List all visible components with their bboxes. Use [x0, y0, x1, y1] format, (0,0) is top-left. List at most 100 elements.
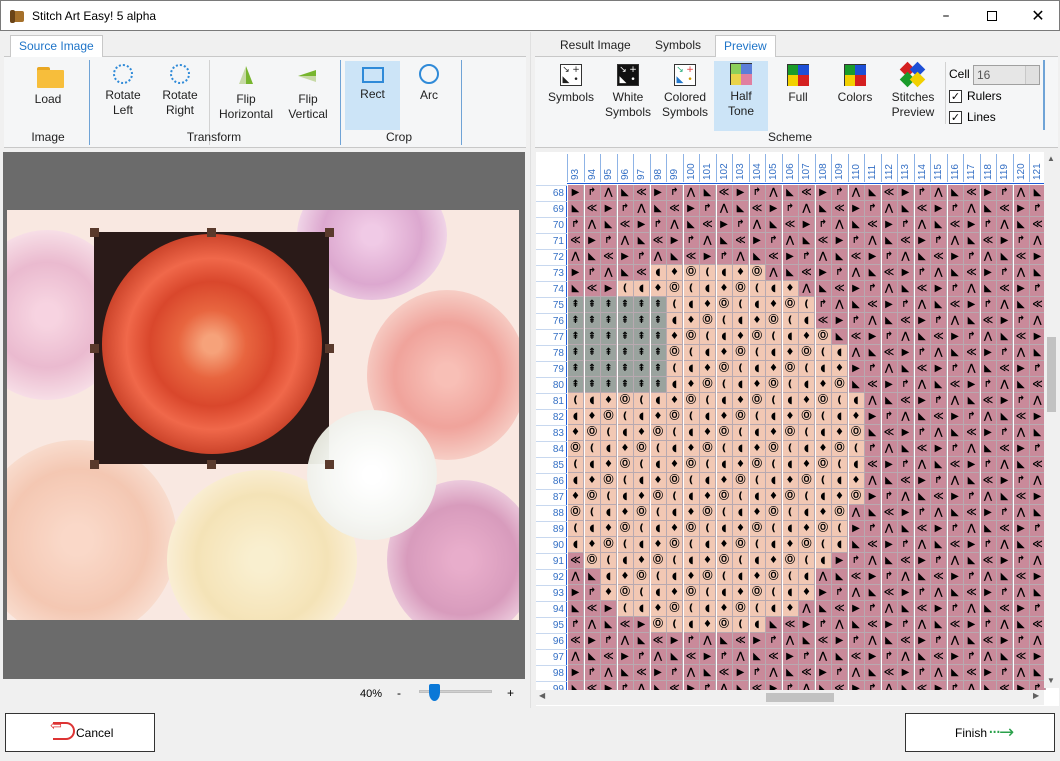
cell-size-stepper[interactable]: 16	[973, 65, 1040, 85]
rulers-checkbox[interactable]: ✓	[949, 90, 962, 103]
stitch-cell: ⋀	[980, 249, 997, 265]
scheme-full-button[interactable]: Full	[775, 62, 821, 105]
tab-preview[interactable]: Preview	[715, 35, 776, 58]
flip-horizontal-button[interactable]: Flip Horizontal	[214, 62, 278, 122]
stitch-cell: ⇞	[601, 313, 617, 329]
scroll-right-icon[interactable]: ▶	[1033, 691, 1039, 700]
stitch-cell: ≪	[947, 217, 964, 233]
crop-handle[interactable]	[325, 460, 334, 469]
scheme-white-symbols-button[interactable]: ↘ + ◣ • White Symbols	[603, 62, 653, 120]
maximize-button[interactable]	[969, 1, 1015, 31]
flip-vertical-button[interactable]: Flip Vertical	[284, 62, 332, 122]
horizontal-scrollbar[interactable]: ◀ ▶	[536, 690, 1044, 705]
crop-arc-button[interactable]: Arc	[404, 62, 454, 103]
crop-handle[interactable]	[325, 228, 334, 237]
stitch-cell: ≪	[1013, 569, 1030, 585]
stitch-cell: ▶	[683, 681, 700, 690]
column-number: 103	[732, 154, 748, 182]
crop-handle[interactable]	[207, 228, 216, 237]
stitch-cell: ▶	[881, 297, 898, 313]
scheme-colors-button[interactable]: Colors	[831, 62, 879, 105]
stitch-cell: ≪	[1013, 329, 1030, 345]
rotate-right-button[interactable]: Rotate Right	[157, 62, 203, 118]
crop-handle[interactable]	[325, 344, 334, 353]
stitch-cell: ⇞	[584, 361, 601, 377]
source-image-canvas[interactable]	[3, 152, 525, 679]
stitch-cell: ⇞	[601, 329, 617, 345]
stitch-cell: ≪	[749, 681, 766, 690]
stitch-cell: ↱	[997, 505, 1013, 521]
stitch-cell: (	[617, 409, 634, 425]
colors-icon	[844, 64, 866, 86]
pattern-preview-grid[interactable]: 93 94 95 96 97 98 99 100 101 102 103 104 105 106 107 10…	[536, 152, 1059, 706]
zoom-out-button[interactable]: -	[397, 686, 401, 700]
stitch-cell: ⋀	[898, 489, 914, 505]
tab-symbols[interactable]: Symbols	[647, 35, 709, 57]
stitch-cell: ▶	[848, 601, 865, 617]
stitch-cell: ◣	[947, 665, 964, 681]
stitch-cell: ◖	[766, 345, 782, 361]
load-button[interactable]: Load	[24, 62, 72, 107]
stitch-cell: ⇞	[617, 377, 634, 393]
stitch-cell: ≪	[931, 249, 947, 265]
column-number: 98	[649, 154, 666, 182]
stitch-cell: ◣	[1013, 297, 1030, 313]
crop-handle[interactable]	[90, 460, 99, 469]
crop-handle[interactable]	[90, 228, 99, 237]
stitch-cell: (	[683, 409, 700, 425]
scroll-up-icon[interactable]: ▲	[1047, 154, 1055, 163]
stepper-arrows-icon[interactable]	[1025, 66, 1039, 84]
column-number: 104	[748, 154, 765, 182]
finish-button[interactable]: Finish ···→	[905, 713, 1055, 752]
stitch-cell: ♦	[650, 601, 667, 617]
crop-rect-button[interactable]: Rect	[345, 61, 400, 130]
zoom-slider-thumb[interactable]	[428, 684, 440, 701]
tab-source-image[interactable]: Source Image	[10, 35, 103, 58]
stitch-cell: ◣	[634, 633, 650, 649]
zoom-in-button[interactable]: +	[507, 686, 514, 700]
tab-result-image[interactable]: Result Image	[552, 35, 639, 57]
stitch-cell: ⋀	[997, 297, 1013, 313]
vertical-scrollbar[interactable]: ▲ ▼	[1044, 152, 1059, 688]
stitch-cell: ◖	[700, 537, 716, 553]
stitch-cell: Ⓞ	[749, 329, 766, 345]
stitch-cell: ⋀	[1013, 185, 1030, 201]
stitch-cell: (	[832, 521, 848, 537]
stitch-cell: ≪	[799, 265, 815, 281]
stitch-cell: ⋀	[584, 217, 601, 233]
close-button[interactable]: ✕	[1015, 1, 1060, 31]
stitch-cell: (	[617, 473, 634, 489]
scroll-down-icon[interactable]: ▼	[1047, 676, 1055, 685]
crop-selection[interactable]	[94, 232, 329, 464]
stitch-cell: ↱	[848, 313, 865, 329]
scheme-symbols-button[interactable]: ↘ + ◣ • Symbols	[547, 62, 595, 105]
stitch-cell: ≪	[914, 681, 931, 690]
lines-checkbox[interactable]: ✓	[949, 111, 962, 124]
stitch-cell: ▶	[601, 201, 617, 217]
stitch-cell: ◖	[683, 489, 700, 505]
stitch-cell: ♦	[749, 313, 766, 329]
stitch-cell: ⋀	[848, 185, 865, 201]
white-symbols-label-2: Symbols	[604, 105, 651, 119]
horizontal-scroll-thumb[interactable]	[766, 693, 834, 702]
stitch-cell: ↱	[931, 553, 947, 569]
scheme-stitches-preview-button[interactable]: Stitches Preview	[885, 61, 941, 120]
stitch-cell: (	[815, 473, 832, 489]
stitch-cell: ◣	[914, 409, 931, 425]
cancel-button[interactable]: ⇦ Cancel	[5, 713, 155, 752]
stitch-cell: ⋀	[997, 377, 1013, 393]
stitch-cell: ↱	[898, 217, 914, 233]
stitch-cell: ◣	[947, 425, 964, 441]
scheme-colored-symbols-button[interactable]: ↘ + ◣ • Colored Symbols	[660, 62, 710, 120]
stitch-cell: ▶	[667, 233, 683, 249]
stitch-cell: (	[799, 361, 815, 377]
scroll-left-icon[interactable]: ◀	[539, 691, 545, 700]
rotate-left-button[interactable]: Rotate Left	[100, 62, 146, 118]
stitch-cell: ♦	[733, 265, 749, 281]
minimize-button[interactable]: –	[923, 1, 969, 31]
scheme-half-tone-button[interactable]: Half Tone	[714, 61, 768, 131]
stitch-cell: ◣	[881, 473, 898, 489]
vertical-scroll-thumb[interactable]	[1047, 337, 1056, 412]
crop-handle[interactable]	[207, 460, 216, 469]
crop-handle[interactable]	[90, 344, 99, 353]
